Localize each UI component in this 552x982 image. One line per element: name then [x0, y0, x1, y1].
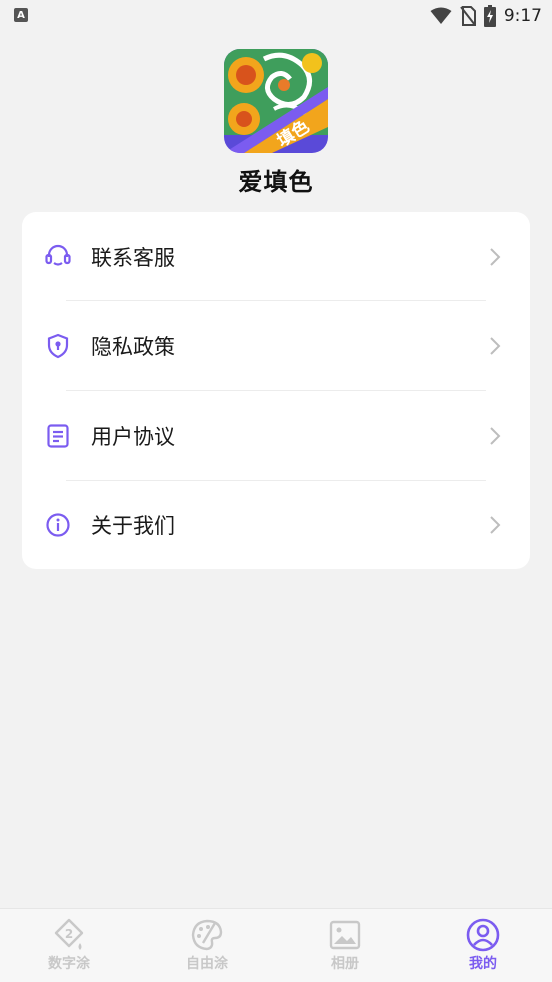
- chevron-right-icon: [490, 336, 501, 355]
- album-icon: [329, 920, 361, 950]
- menu-item-privacy-policy[interactable]: 隐私政策: [22, 301, 530, 390]
- nav-tab-profile[interactable]: 我的: [414, 909, 552, 982]
- headset-icon: [45, 244, 71, 270]
- nav-tab-album[interactable]: 相册: [276, 909, 414, 982]
- number-paint-icon: 2: [54, 918, 84, 950]
- no-sim-icon: [460, 6, 476, 26]
- app-name: 爱填色: [238, 168, 314, 196]
- battery-charging-icon: [483, 5, 496, 27]
- settings-menu: 联系客服 隐私政策 用户协议 关于我们: [22, 212, 530, 569]
- status-time: 9:17: [503, 6, 542, 26]
- palette-icon: [191, 919, 223, 951]
- bottom-navigation: 2 数字涂 自由涂 相册 我的: [0, 908, 552, 982]
- menu-item-about-us[interactable]: 关于我们: [22, 480, 530, 569]
- chevron-right-icon: [490, 515, 501, 534]
- nav-tab-label: 我的: [469, 956, 497, 972]
- menu-item-label: 联系客服: [91, 245, 175, 270]
- chevron-right-icon: [490, 426, 501, 445]
- status-icons: 9:17: [430, 4, 542, 28]
- nav-tab-label: 数字涂: [48, 956, 90, 972]
- menu-item-label: 隐私政策: [91, 334, 175, 359]
- profile-icon: [466, 918, 500, 952]
- info-icon: [45, 512, 71, 538]
- menu-item-label: 关于我们: [91, 513, 175, 538]
- app-logo: 填色: [224, 49, 328, 153]
- menu-item-user-agreement[interactable]: 用户协议: [22, 391, 530, 480]
- status-bar: A 9:17: [0, 0, 552, 32]
- svg-text:2: 2: [65, 927, 73, 941]
- menu-item-label: 用户协议: [91, 424, 175, 449]
- chevron-right-icon: [490, 247, 501, 266]
- wifi-icon: [430, 7, 452, 24]
- nav-tab-label: 自由涂: [186, 956, 228, 972]
- accessibility-indicator-icon: A: [14, 8, 28, 22]
- document-icon: [45, 423, 71, 449]
- shield-icon: [45, 333, 71, 359]
- nav-tab-label: 相册: [331, 956, 359, 972]
- nav-tab-number-paint[interactable]: 2 数字涂: [0, 909, 138, 982]
- nav-tab-free-paint[interactable]: 自由涂: [138, 909, 276, 982]
- menu-item-contact-support[interactable]: 联系客服: [22, 212, 530, 301]
